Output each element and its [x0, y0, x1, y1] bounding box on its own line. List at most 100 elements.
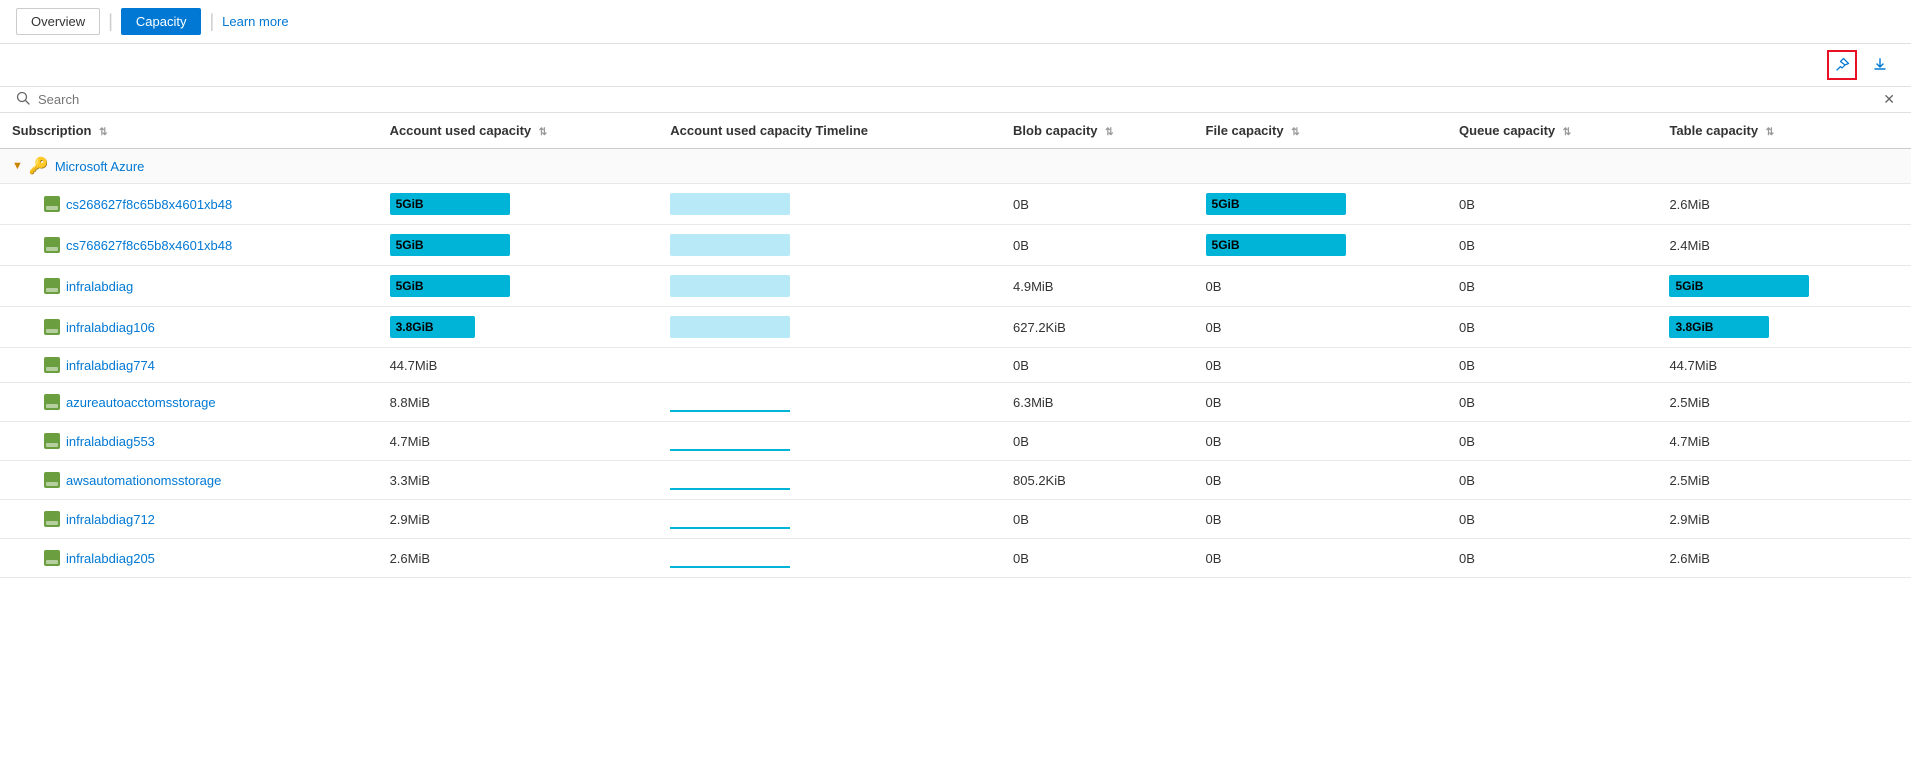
file-capacity-cell: 0B	[1194, 422, 1448, 461]
blob-capacity-value: 0B	[1013, 238, 1029, 253]
file-capacity-cell: 0B	[1194, 348, 1448, 383]
blob-capacity-value: 0B	[1013, 434, 1029, 449]
account-name-link[interactable]: infralabdiag106	[44, 319, 366, 335]
storage-icon	[44, 433, 60, 449]
account-name-text: infralabdiag712	[66, 512, 155, 527]
queue-capacity-cell: 0B	[1447, 266, 1657, 307]
account-name-text: infralabdiag106	[66, 320, 155, 335]
account-name-text: infralabdiag774	[66, 358, 155, 373]
account-name-link[interactable]: infralabdiag712	[44, 511, 366, 527]
search-bar: ✕	[0, 87, 1911, 113]
queue-capacity-value: 0B	[1459, 395, 1475, 410]
overview-button[interactable]: Overview	[16, 8, 100, 35]
blob-capacity-cell: 0B	[1001, 348, 1194, 383]
queue-capacity-cell: 0B	[1447, 461, 1657, 500]
account-name-link[interactable]: cs768627f8c65b8x4601xb48	[44, 237, 366, 253]
blob-capacity-cell: 0B	[1001, 184, 1194, 225]
table-row: infralabdiag774 44.7MiB0B0B0B44.7MiB	[0, 348, 1911, 383]
download-button[interactable]	[1865, 50, 1895, 80]
pin-button[interactable]	[1827, 50, 1857, 80]
sort-icon-subscription[interactable]: ⇅	[99, 127, 107, 138]
table-row: infralabdiag205 2.6MiB 0B 0B 0B 2.6MiB	[0, 539, 1911, 578]
account-name-link[interactable]: awsautomationomsstorage	[44, 472, 366, 488]
account-name-link[interactable]: infralabdiag205	[44, 550, 366, 566]
account-name-link[interactable]: infralabdiag553	[44, 433, 366, 449]
table-capacity-cell: 3.8GiB	[1657, 307, 1911, 348]
storage-icon	[44, 394, 60, 410]
blob-capacity-value: 805.2KiB	[1013, 473, 1066, 488]
timeline-bar-small	[670, 474, 790, 490]
table-row: cs768627f8c65b8x4601xb48 5GiB0B5GiB0B2.4…	[0, 225, 1911, 266]
sort-icon-blob[interactable]: ⇅	[1105, 127, 1113, 138]
table-capacity-value: 44.7MiB	[1669, 358, 1717, 373]
account-name-link[interactable]: azureautoacctomsstorage	[44, 394, 366, 410]
file-capacity-cell: 5GiB	[1194, 184, 1448, 225]
queue-capacity-cell: 0B	[1447, 500, 1657, 539]
account-name-link[interactable]: infralabdiag774	[44, 357, 366, 373]
blob-capacity-cell: 0B	[1001, 500, 1194, 539]
file-capacity-cell: 0B	[1194, 461, 1448, 500]
col-subscription: Subscription ⇅	[0, 113, 378, 149]
sort-icon-table[interactable]: ⇅	[1766, 127, 1774, 138]
file-capacity-cell: 0B	[1194, 266, 1448, 307]
account-name-text: awsautomationomsstorage	[66, 473, 221, 488]
timeline-cell	[658, 348, 1001, 383]
blob-capacity-cell: 627.2KiB	[1001, 307, 1194, 348]
group-chevron-icon[interactable]: ▼	[12, 160, 23, 172]
queue-capacity-value: 0B	[1459, 434, 1475, 449]
account-name-text: infralabdiag553	[66, 434, 155, 449]
timeline-cell	[658, 500, 1001, 539]
storage-icon	[44, 472, 60, 488]
file-capacity-cell: 5GiB	[1194, 225, 1448, 266]
queue-capacity-value: 0B	[1459, 238, 1475, 253]
account-name-link[interactable]: infralabdiag	[44, 278, 366, 294]
table-row: awsautomationomsstorage 3.3MiB805.2KiB0B…	[0, 461, 1911, 500]
sort-icon-queue[interactable]: ⇅	[1563, 127, 1571, 138]
table-row: azureautoacctomsstorage 8.8MiB6.3MiB0B0B…	[0, 383, 1911, 422]
account-used-capacity-cell: 5GiB	[378, 266, 659, 307]
table-capacity-value: 2.6MiB	[1669, 551, 1709, 566]
table-capacity-value: 2.9MiB	[1669, 512, 1709, 527]
timeline-bar-small	[670, 435, 790, 451]
blob-capacity-cell: 0B	[1001, 539, 1194, 578]
queue-capacity-cell: 0B	[1447, 348, 1657, 383]
search-input[interactable]	[38, 92, 1883, 107]
file-capacity-value: 0B	[1206, 551, 1222, 566]
blob-capacity-value: 0B	[1013, 551, 1029, 566]
account-name-link[interactable]: cs268627f8c65b8x4601xb48	[44, 196, 366, 212]
top-navigation-bar: Overview | Capacity | Learn more	[0, 0, 1911, 44]
file-capacity-value: 0B	[1206, 279, 1222, 294]
sort-icon-file[interactable]: ⇅	[1291, 127, 1299, 138]
blob-capacity-cell: 4.9MiB	[1001, 266, 1194, 307]
table-capacity-bar-full: 5GiB	[1669, 275, 1809, 297]
col-table-capacity: Table capacity ⇅	[1657, 113, 1911, 149]
table-capacity-value: 4.7MiB	[1669, 434, 1709, 449]
blob-capacity-value: 0B	[1013, 358, 1029, 373]
blob-capacity-value: 627.2KiB	[1013, 320, 1066, 335]
queue-capacity-value: 0B	[1459, 358, 1475, 373]
timeline-cell	[658, 461, 1001, 500]
blob-capacity-cell: 6.3MiB	[1001, 383, 1194, 422]
pin-icon	[1834, 57, 1850, 73]
account-used-capacity-cell: 5GiB	[378, 225, 659, 266]
timeline-bar	[670, 193, 790, 215]
account-used-capacity-cell: 8.8MiB	[378, 383, 659, 422]
file-capacity-value: 0B	[1206, 512, 1222, 527]
col-queue-capacity: Queue capacity ⇅	[1447, 113, 1657, 149]
capacity-button[interactable]: Capacity	[121, 8, 202, 35]
account-used-capacity-cell: 4.7MiB	[378, 422, 659, 461]
group-key-icon: 🔑	[29, 156, 49, 176]
account-name-text: cs768627f8c65b8x4601xb48	[66, 238, 232, 253]
timeline-bar-small	[670, 552, 790, 568]
sort-icon-auc[interactable]: ⇅	[539, 127, 547, 138]
storage-icon	[44, 319, 60, 335]
account-used-capacity-cell: 2.9MiB	[378, 500, 659, 539]
account-used-capacity-cell: 2.6MiB	[378, 539, 659, 578]
blob-capacity-cell: 0B	[1001, 225, 1194, 266]
table-capacity-cell: 2.9MiB	[1657, 500, 1911, 539]
group-name[interactable]: Microsoft Azure	[55, 159, 145, 174]
col-account-used-capacity-timeline: Account used capacity Timeline	[658, 113, 1001, 149]
queue-capacity-cell: 0B	[1447, 539, 1657, 578]
search-clear-button[interactable]: ✕	[1883, 91, 1895, 108]
learn-more-link[interactable]: Learn more	[222, 14, 288, 29]
